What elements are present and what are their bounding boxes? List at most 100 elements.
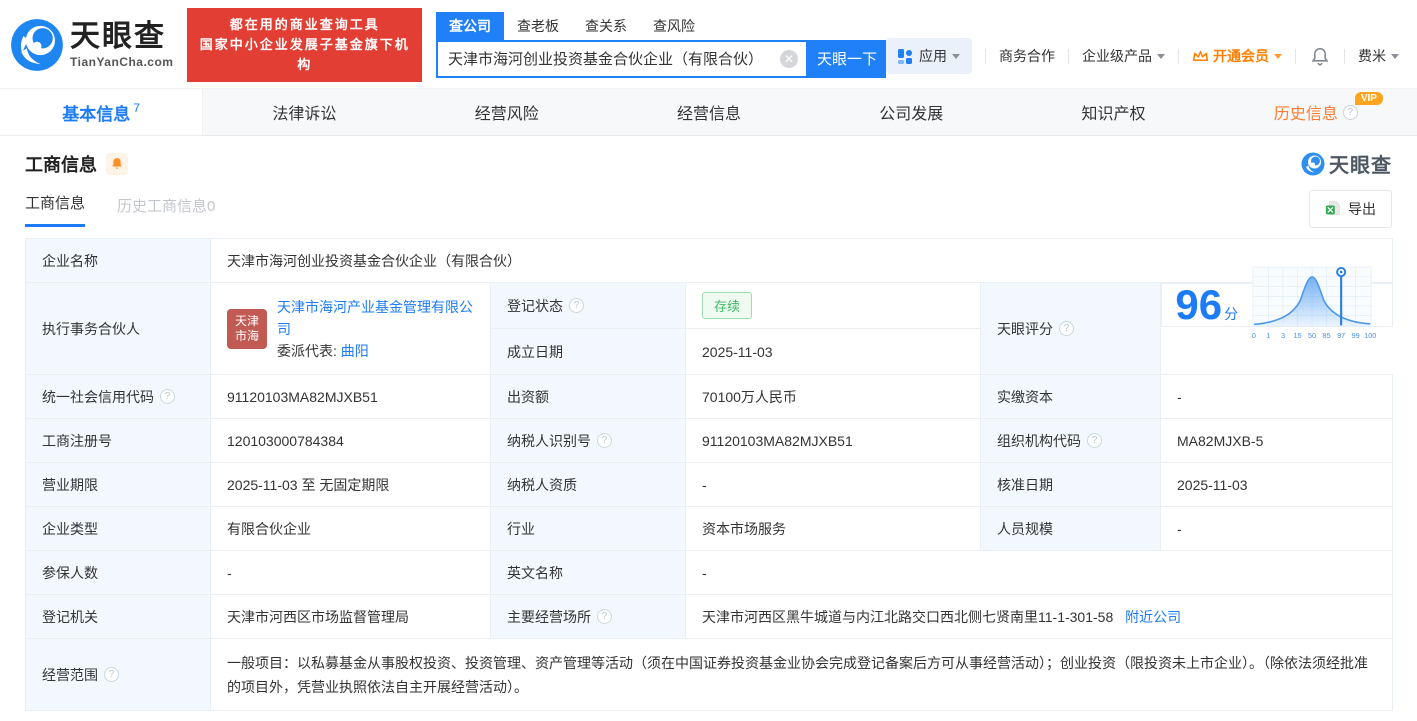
export-button[interactable]: 导出 [1309, 190, 1392, 228]
org-code-label-cell: 组织机构代码? [980, 418, 1161, 463]
watermark-text: 天眼查 [1329, 155, 1392, 177]
search-row: ✕ 天眼一下 [436, 39, 886, 78]
enterprise-products-menu[interactable]: 企业级产品 [1082, 46, 1165, 66]
subtab-row: 工商信息 历史工商信息0 导出 [0, 184, 1417, 228]
bell-icon [112, 158, 122, 169]
vip-menu[interactable]: 开通会员 [1192, 46, 1282, 66]
company-name-label: 企业名称 [25, 238, 211, 283]
table-row: 企业类型 有限合伙企业 行业 资本市场服务 人员规模 - [25, 506, 1394, 551]
section-header: 工商信息 天眼查 [0, 136, 1417, 184]
search-input-wrap: ✕ [436, 39, 808, 78]
tab-basic-info[interactable]: 基本信息 7 [0, 89, 204, 135]
menu-divider [1178, 48, 1179, 64]
business-address-label-cell: 主要经营场所? [490, 594, 686, 639]
industry-value: 资本市场服务 [685, 506, 981, 551]
subtab-history-business-info[interactable]: 历史工商信息0 [117, 195, 215, 227]
reg-number-value: 120103000784384 [210, 418, 491, 463]
search-tab-relation[interactable]: 查关系 [572, 12, 640, 40]
partner-avatar[interactable]: 天津 市海 [227, 308, 267, 349]
score-distribution-chart: 0 1 3 15 50 85 97 99 100 [1252, 266, 1376, 340]
reg-authority-value: 天津市河西区市场监督管理局 [210, 594, 491, 639]
caret-down-icon [1274, 53, 1282, 59]
business-address-label: 主要经营场所 [507, 608, 591, 625]
table-row: 参保人数 - 英文名称 - [25, 550, 1394, 595]
help-icon[interactable]: ? [597, 433, 612, 448]
help-icon[interactable]: ? [569, 298, 584, 313]
business-scope-value: 一般项目：以私募基金从事股权投资、投资管理、资产管理等活动（须在中国证券投资基金… [209, 638, 1394, 711]
rep-name-link[interactable]: 曲阳 [341, 343, 369, 359]
caret-down-icon [952, 53, 960, 59]
credit-code-value: 91120103MA82MJXB51 [210, 374, 491, 419]
score-cell: 96 分 0 1 3 15 50 85 97 99 100 [1161, 266, 1393, 340]
tab-business-info[interactable]: 经营信息 [608, 89, 810, 135]
vip-badge: VIP [1354, 92, 1383, 105]
tab-legal-litigation[interactable]: 法律诉讼 [203, 89, 405, 135]
subscribe-bell-button[interactable] [106, 152, 128, 175]
help-icon[interactable]: ? [1059, 321, 1074, 336]
executive-partner-cell: 天津 市海 天津市海河产业基金管理有限公司 委派代表: 曲阳 [210, 282, 491, 375]
business-term-value: 2025-11-03 至 无固定期限 [210, 462, 491, 507]
help-icon[interactable]: ? [1342, 104, 1358, 120]
apps-label: 应用 [919, 48, 947, 64]
business-address-value: 天津市河西区黑牛城道与内江北路交口西北侧七贤南里11-1-301-58 [702, 608, 1114, 625]
tab-history-info[interactable]: VIP 历史信息 ? [1215, 89, 1417, 135]
caret-down-icon [1157, 53, 1165, 59]
avatar-line2: 市海 [234, 328, 259, 343]
partner-company-link[interactable]: 天津市海河产业基金管理有限公司 [277, 299, 473, 337]
search-input[interactable] [448, 50, 780, 67]
page-header: 天眼查 TianYanCha.com 都在用的商业查询工具 国家中小企业发展子基… [0, 0, 1417, 88]
search-tab-risk[interactable]: 查风险 [640, 12, 708, 40]
paid-capital-value: - [1159, 374, 1394, 419]
help-icon[interactable]: ? [104, 667, 119, 682]
staff-size-value: - [1159, 506, 1394, 551]
tab-operational-risk[interactable]: 经营风险 [406, 89, 608, 135]
user-menu[interactable]: 费米 [1358, 46, 1399, 66]
clear-icon[interactable]: ✕ [780, 49, 798, 68]
taxpayer-id-label-cell: 纳税人识别号? [490, 418, 686, 463]
tab-basic-info-count: 7 [133, 101, 140, 115]
apps-menu[interactable]: 应用 [886, 38, 972, 74]
nearby-companies-link[interactable]: 附近公司 [1125, 609, 1181, 625]
score-value: 96 [1175, 281, 1223, 328]
tab-company-development[interactable]: 公司发展 [810, 89, 1012, 135]
avatar-line1: 天津 [234, 313, 259, 328]
section-title-wrap: 工商信息 [25, 151, 128, 177]
search-tab-boss[interactable]: 查老板 [504, 12, 572, 40]
notifications-bell[interactable] [1311, 47, 1329, 66]
company-type-value: 有限合伙企业 [210, 506, 491, 551]
tab-history-info-label: 历史信息 [1273, 106, 1338, 123]
tab-intellectual-property[interactable]: 知识产权 [1012, 89, 1214, 135]
table-row: 经营范围? 一般项目：以私募基金从事股权投资、投资管理、资产管理等活动（须在中国… [25, 638, 1394, 711]
brand-name: 天眼查 [70, 19, 166, 53]
taxpayer-id-label: 纳税人识别号 [507, 432, 591, 449]
help-icon[interactable]: ? [1087, 433, 1102, 448]
svg-text:1: 1 [1267, 331, 1271, 340]
org-code-value: MA82MJXB-5 [1159, 418, 1394, 463]
caret-down-icon [1391, 53, 1399, 59]
subtab-business-info[interactable]: 工商信息 [25, 192, 86, 227]
credit-code-label: 统一社会信用代码 [42, 388, 154, 405]
staff-size-label: 人员规模 [980, 506, 1161, 551]
search-tab-company[interactable]: 查公司 [436, 11, 504, 40]
english-name-label: 英文名称 [490, 550, 686, 595]
reg-status-label-cell: 登记状态? [490, 282, 686, 329]
help-icon[interactable]: ? [160, 389, 175, 404]
executive-partner-label: 执行事务合伙人 [25, 282, 211, 375]
insured-label: 参保人数 [25, 550, 211, 595]
approval-date-label: 核准日期 [980, 462, 1161, 507]
username: 费米 [1358, 48, 1386, 64]
reg-status-cell: 存续 [685, 282, 981, 329]
top-menu: 应用 商务合作 企业级产品 开通会员 费米 [886, 38, 1399, 74]
tianyancha-logo[interactable]: 天眼查 TianYanCha.com [10, 18, 173, 72]
excel-icon [1325, 201, 1340, 215]
brand-domain: TianYanCha.com [70, 54, 174, 69]
search-button[interactable]: 天眼一下 [808, 39, 886, 78]
capital-value: 70100万人民币 [685, 374, 981, 419]
table-row: 企业名称 天津市海河创业投资基金合伙企业（有限合伙） [25, 238, 1394, 283]
paid-capital-label: 实缴资本 [980, 374, 1161, 419]
help-icon[interactable]: ? [597, 609, 612, 624]
business-scope-label: 经营范围 [42, 666, 98, 683]
brand-slogan: 都在用的商业查询工具 国家中小企业发展子基金旗下机构 [187, 8, 422, 82]
cooperation-menu[interactable]: 商务合作 [999, 46, 1055, 66]
reg-authority-label: 登记机关 [25, 594, 211, 639]
